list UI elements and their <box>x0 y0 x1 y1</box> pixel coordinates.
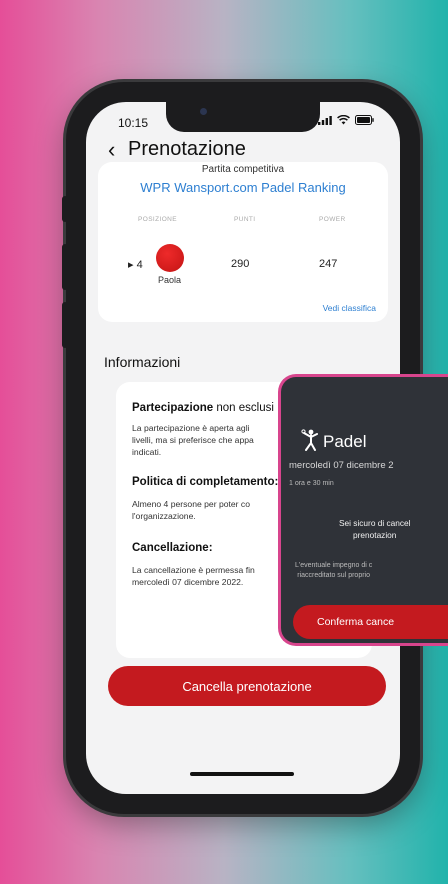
position-header: POSIZIONE <box>138 216 177 223</box>
volume-up-button <box>62 244 68 290</box>
side-button <box>62 196 68 222</box>
popup-question-line: Sei sicuro di cancel <box>339 518 411 528</box>
confirm-cancel-button[interactable]: Conferma cance <box>293 605 448 639</box>
info-item-text: livelli, ma si preferisce che appa <box>132 435 254 445</box>
cancel-confirm-popup: Padel mercoledì 07 dicembre 2 1 ora e 30… <box>278 374 448 646</box>
power-header: POWER <box>319 216 346 223</box>
info-item-title: Politica di completamento: <box>132 476 279 488</box>
info-item-text: La cancellazione è permessa fin <box>132 565 255 575</box>
cancel-booking-button[interactable]: Cancella prenotazione <box>108 666 386 706</box>
view-ranking-link[interactable]: Vedi classifica <box>323 303 376 313</box>
info-section-title: Informazioni <box>104 354 181 370</box>
player-avatar <box>156 244 184 272</box>
volume-down-button <box>62 302 68 348</box>
info-item-title: Partecipazione non esclusi <box>132 402 274 414</box>
info-item-title: Cancellazione: <box>132 542 213 554</box>
popup-question: Sei sicuro di cancel prenotazion <box>339 517 410 541</box>
page-title: Prenotazione <box>128 138 246 160</box>
padel-player-icon <box>301 429 321 457</box>
popup-duration: 1 ora e 30 min <box>289 480 334 487</box>
status-time: 10:15 <box>118 116 149 130</box>
info-item-text: mercoledì 07 dicembre 2022. <box>132 577 244 587</box>
power-value: 247 <box>319 258 338 270</box>
info-item-text: l'organizzazione. <box>132 511 196 521</box>
ranking-title: WPR Wansport.com Padel Ranking <box>140 180 346 195</box>
popup-note-line: riaccreditato sul proprio <box>297 572 370 579</box>
notch <box>166 102 320 132</box>
wifi-icon <box>337 115 350 125</box>
status-icons <box>318 115 374 125</box>
back-chevron-icon[interactable]: ‹ <box>108 138 115 162</box>
battery-icon <box>355 115 374 125</box>
ranking-card: Partita competitiva WPR Wansport.com Pad… <box>98 162 388 322</box>
points-value: 290 <box>231 258 250 270</box>
info-item-text: La partecipazione è aperta agli <box>132 423 250 433</box>
popup-question-line: prenotazion <box>353 530 397 540</box>
popup-note: L'eventuale impegno di c riaccreditato s… <box>295 561 372 581</box>
popup-note-line: L'eventuale impegno di c <box>295 562 373 569</box>
info-item-text: Almeno 4 persone per poter co <box>132 499 250 509</box>
signal-icon <box>318 115 332 125</box>
home-indicator <box>190 772 294 776</box>
match-type-label: Partita competitiva <box>201 164 285 175</box>
popup-date: mercoledì 07 dicembre 2 <box>289 460 394 471</box>
camera-dot <box>200 108 207 115</box>
player-name: Paola <box>158 275 182 285</box>
popup-sport-title: Padel <box>323 432 367 451</box>
info-item-text: indicati. <box>132 447 162 457</box>
promo-background: 10:15 ‹ Prenotazione Partita competitiva… <box>0 0 448 884</box>
points-header: PUNTI <box>234 216 256 223</box>
position-value: ▸ 4 <box>128 259 143 271</box>
